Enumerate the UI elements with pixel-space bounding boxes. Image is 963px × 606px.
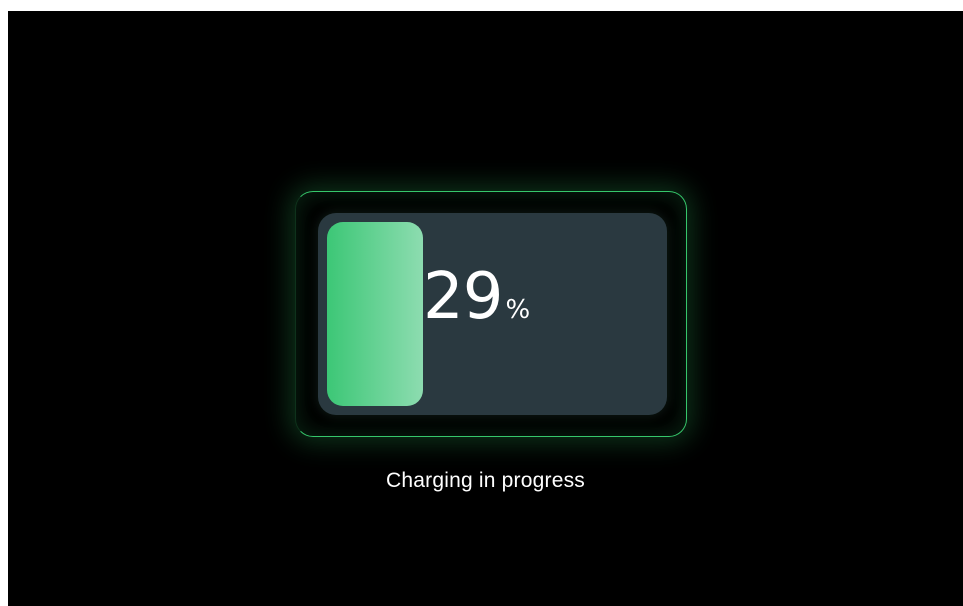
battery-percentage-unit: % bbox=[505, 295, 531, 325]
battery-percentage-value: 29 bbox=[423, 260, 503, 334]
battery-percentage: 29 % bbox=[423, 265, 530, 329]
battery-fill-level bbox=[327, 222, 423, 406]
charging-screen: 29 % Charging in progress bbox=[8, 11, 963, 606]
charging-status-label: Charging in progress bbox=[386, 469, 585, 492]
battery-indicator: 29 % bbox=[318, 213, 667, 415]
